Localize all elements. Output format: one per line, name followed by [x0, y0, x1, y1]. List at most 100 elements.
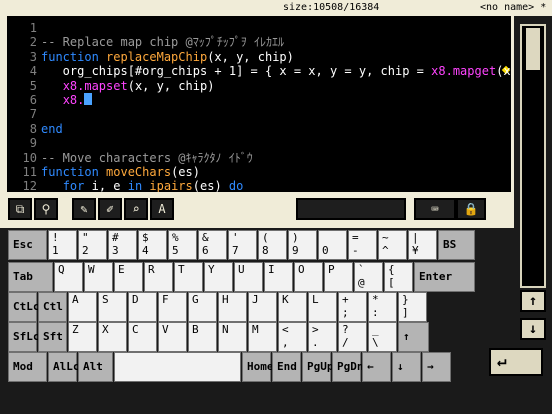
key-tab[interactable]: Tab	[8, 262, 53, 292]
key-sym[interactable]: $4	[138, 230, 167, 260]
key-sublabel: /	[342, 336, 349, 349]
key-z[interactable]: Z	[68, 322, 97, 352]
key-v[interactable]: V	[158, 322, 187, 352]
keyboard-icon: ⌨	[431, 202, 439, 216]
key-o[interactable]: O	[294, 262, 323, 292]
code-token: x8.mapset	[62, 78, 128, 93]
key-c[interactable]: C	[128, 322, 157, 352]
key-p[interactable]: P	[324, 262, 353, 292]
key-sym[interactable]: & 6	[198, 230, 227, 260]
key-label: +	[342, 293, 349, 306]
lock-button[interactable]: 🔒	[456, 198, 486, 220]
key-i[interactable]: I	[264, 262, 293, 292]
code-token: i, e	[91, 179, 128, 192]
key-esc[interactable]: Esc	[8, 230, 47, 260]
key-r[interactable]: R	[144, 262, 173, 292]
key-mod[interactable]: Mod	[8, 352, 47, 382]
key-label: PgUp	[307, 360, 334, 373]
key-label: )	[292, 231, 299, 244]
key-m[interactable]: M	[248, 322, 277, 352]
key-a[interactable]: A	[68, 292, 97, 322]
search-button[interactable]: ⌕	[124, 198, 148, 220]
code-token: replaceMapChip	[106, 49, 208, 64]
key-sym[interactable]: = -	[348, 230, 377, 260]
key-sym[interactable]: " 2	[78, 230, 107, 260]
keyboard-button[interactable]: ⌨	[414, 198, 456, 220]
key-enter[interactable]: Enter	[414, 262, 475, 292]
key-0[interactable]: 0	[318, 230, 347, 260]
key-pgup[interactable]: PgUp	[302, 352, 334, 382]
key-sym[interactable]: ' 7	[228, 230, 257, 260]
font-button[interactable]: A	[150, 198, 174, 220]
key-label: R	[148, 263, 155, 276]
key-sft[interactable]: Sft	[38, 322, 67, 352]
key-sym[interactable]: <,	[278, 322, 307, 352]
key-label: Esc	[13, 238, 33, 251]
key-end[interactable]: End	[272, 352, 301, 382]
scroll-up-button[interactable]: ↑	[520, 290, 546, 312]
key-sym[interactable]: }]	[398, 292, 427, 322]
blank-button[interactable]	[296, 198, 406, 220]
key-sym[interactable]: ←	[362, 352, 391, 382]
key-f[interactable]: F	[158, 292, 187, 322]
key-label: E	[118, 263, 125, 276]
key-alt[interactable]: Alt	[78, 352, 113, 382]
copy-button[interactable]: ⧉	[8, 198, 32, 220]
key-pgdn[interactable]: PgDn	[332, 352, 364, 382]
key-sublabel: 3	[112, 244, 119, 257]
key-n[interactable]: N	[218, 322, 247, 352]
key-sym[interactable]: {[	[384, 262, 413, 292]
key-sflc[interactable]: SfLc	[8, 322, 40, 352]
key-sym[interactable]: ~ ^	[378, 230, 407, 260]
key-ctl[interactable]: Ctl	[38, 292, 67, 322]
code-line[interactable]: 12 for i, e in ipairs(es) do	[7, 178, 511, 192]
key-u[interactable]: U	[234, 262, 263, 292]
key-sym[interactable]: ! 1	[48, 230, 77, 260]
status-bar: size:10508/16384 <no name> *	[0, 0, 552, 16]
key-j[interactable]: J	[248, 292, 277, 322]
scroll-thumb[interactable]	[526, 28, 540, 70]
key-sym[interactable]: ↑	[398, 322, 429, 352]
key-bs[interactable]: BS	[438, 230, 475, 260]
key-s[interactable]: S	[98, 292, 127, 322]
key-y[interactable]: Y	[204, 262, 233, 292]
key-l[interactable]: L	[308, 292, 337, 322]
erase-button[interactable]: ✎	[72, 198, 96, 220]
key-sym[interactable]: +;	[338, 292, 367, 322]
return-button[interactable]: ↵	[489, 348, 543, 376]
key-sym[interactable]: ↓	[392, 352, 421, 382]
scroll-down-button[interactable]: ↓	[520, 318, 546, 340]
key-space[interactable]	[114, 352, 241, 382]
paste-button[interactable]: ⚲	[34, 198, 58, 220]
key-sym[interactable]: *:	[368, 292, 397, 322]
key-g[interactable]: G	[188, 292, 217, 322]
key-sym[interactable]: #3	[108, 230, 137, 260]
key-sym[interactable]: ) 9	[288, 230, 317, 260]
key-b[interactable]: B	[188, 322, 217, 352]
scroll-track[interactable]	[520, 24, 546, 288]
key-sym[interactable]: % 5	[168, 230, 197, 260]
key-t[interactable]: T	[174, 262, 203, 292]
key-k[interactable]: K	[278, 292, 307, 322]
key-sym[interactable]: >.	[308, 322, 337, 352]
key-w[interactable]: W	[84, 262, 113, 292]
key-sym[interactable]: (8	[258, 230, 287, 260]
key-allc[interactable]: AlLc	[48, 352, 80, 382]
pen-button[interactable]: ✐	[98, 198, 122, 220]
key-sym[interactable]: _ \	[368, 322, 397, 352]
key-e[interactable]: E	[114, 262, 143, 292]
code-editor[interactable]: 1 2 -- Replace map chip @ﾏｯﾌﾟﾁｯﾌﾟｦ ｲﾚｶｴﾙ 3 f…	[7, 16, 511, 192]
key-sym[interactable]: | ¥	[408, 230, 437, 260]
key-ctlc[interactable]: CtLc	[8, 292, 40, 322]
code-token: function	[41, 49, 107, 64]
key-sym[interactable]: ? /	[338, 322, 367, 352]
key-sym[interactable]: ` @	[354, 262, 383, 292]
key-home[interactable]: Home	[242, 352, 274, 382]
key-x[interactable]: X	[98, 322, 127, 352]
key-label: →	[427, 360, 434, 373]
key-h[interactable]: H	[218, 292, 247, 322]
key-d[interactable]: D	[128, 292, 157, 322]
key-sym[interactable]: →	[422, 352, 451, 382]
key-label: B	[192, 323, 199, 336]
key-q[interactable]: Q	[54, 262, 83, 292]
